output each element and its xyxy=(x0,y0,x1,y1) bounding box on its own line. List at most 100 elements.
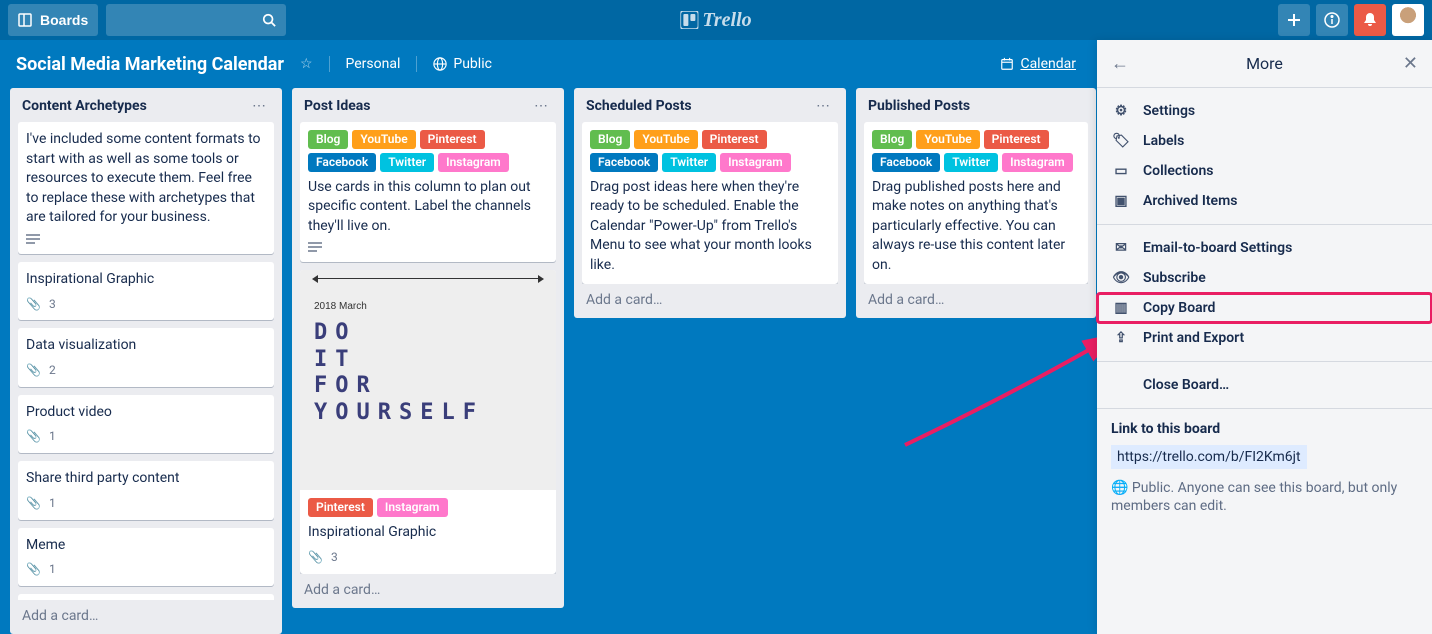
card-intro[interactable]: Blog YouTube Pinterest Facebook Twitter … xyxy=(582,122,838,284)
search-input[interactable] xyxy=(106,4,286,36)
list-menu-button[interactable]: ⋯ xyxy=(248,98,270,114)
panel-back-button[interactable]: ← xyxy=(1111,53,1129,74)
label-pinterest: Pinterest xyxy=(702,130,767,149)
card-inspirational[interactable]: 2018 March DO IT FOR YOURSELF Pinterest … xyxy=(300,270,556,573)
add-card-button[interactable]: Add a card… xyxy=(18,600,274,626)
list-title[interactable]: Scheduled Posts xyxy=(586,98,692,114)
panel-title: More xyxy=(1246,54,1283,73)
board-icon xyxy=(18,13,32,27)
label-facebook: Facebook xyxy=(872,153,940,172)
description-icon xyxy=(308,242,548,254)
attachment-icon: 📎 xyxy=(26,495,41,512)
label-instagram: Instagram xyxy=(720,153,791,172)
list-scheduled-posts: Scheduled Posts ⋯ Blog YouTube Pinterest … xyxy=(574,88,846,318)
tag-icon: 🏷 xyxy=(1111,133,1131,149)
card-cover: 2018 March DO IT FOR YOURSELF xyxy=(300,270,556,490)
label-twitter: Twitter xyxy=(380,153,434,172)
attachment-icon: 📎 xyxy=(308,549,323,566)
card-intro[interactable]: I've included some content formats to st… xyxy=(18,122,274,254)
board-link[interactable]: https://trello.com/b/FI2Km6jt xyxy=(1111,445,1307,469)
archive-icon: ▣ xyxy=(1111,193,1131,209)
notifications-button[interactable] xyxy=(1354,4,1386,36)
list-post-ideas: Post Ideas ⋯ Blog YouTube Pinterest Faceb… xyxy=(292,88,564,608)
menu-subscribe[interactable]: 👁Subscribe xyxy=(1097,263,1432,293)
label-instagram: Instagram xyxy=(377,498,448,517)
menu-settings[interactable]: ⚙Settings xyxy=(1097,96,1432,126)
attachment-icon: 📎 xyxy=(26,428,41,445)
board-title: Social Media Marketing Calendar xyxy=(16,54,284,75)
brand-text: Trello xyxy=(702,9,751,32)
link-note: 🌐 Public. Anyone can see this board, but… xyxy=(1111,479,1418,515)
share-icon: ⇪ xyxy=(1111,330,1131,346)
link-label: Link to this board xyxy=(1111,421,1418,437)
star-button[interactable]: ☆ xyxy=(300,56,313,72)
list-title[interactable]: Content Archetypes xyxy=(22,98,147,114)
collection-icon: ▭ xyxy=(1111,163,1131,179)
label-twitter: Twitter xyxy=(944,153,998,172)
list-menu-button[interactable]: ⋯ xyxy=(812,98,834,114)
attachment-icon: 📎 xyxy=(26,561,41,578)
list-menu-button[interactable]: ⋯ xyxy=(530,98,552,114)
create-button[interactable] xyxy=(1278,4,1310,36)
plus-icon xyxy=(1286,12,1302,28)
card[interactable]: Meme📎1 xyxy=(18,528,274,586)
card[interactable]: Share third party content📎1 xyxy=(18,461,274,519)
menu-email[interactable]: ✉Email-to-board Settings xyxy=(1097,233,1432,263)
card[interactable]: Inspirational Graphic📎3 xyxy=(18,262,274,320)
board-icon: ▥ xyxy=(1111,300,1131,316)
gear-icon: ⚙ xyxy=(1111,103,1131,119)
visibility-button[interactable]: Public xyxy=(433,56,492,72)
menu-archived[interactable]: ▣Archived Items xyxy=(1097,186,1432,216)
menu-labels[interactable]: 🏷Labels xyxy=(1097,126,1432,156)
menu-close-board[interactable]: Close Board… xyxy=(1097,370,1432,400)
attachment-icon: 📎 xyxy=(26,296,41,313)
mail-icon: ✉ xyxy=(1111,240,1131,256)
info-icon xyxy=(1324,12,1340,28)
label-facebook: Facebook xyxy=(590,153,658,172)
label-blog: Blog xyxy=(590,130,630,149)
boards-label: Boards xyxy=(40,12,88,28)
card[interactable]: Data visualization📎2 xyxy=(18,328,274,386)
user-avatar[interactable] xyxy=(1392,4,1424,36)
calendar-button[interactable]: Calendar xyxy=(1000,56,1076,72)
list-title[interactable]: Published Posts xyxy=(868,98,970,114)
boards-button[interactable]: Boards xyxy=(8,4,98,36)
panel-close-button[interactable]: ✕ xyxy=(1403,53,1418,74)
label-pinterest: Pinterest xyxy=(984,130,1049,149)
info-button[interactable] xyxy=(1316,4,1348,36)
label-facebook: Facebook xyxy=(308,153,376,172)
menu-collections[interactable]: ▭Collections xyxy=(1097,156,1432,186)
label-pinterest: Pinterest xyxy=(308,498,373,517)
label-instagram: Instagram xyxy=(1002,153,1073,172)
menu-print-export[interactable]: ⇪Print and Export xyxy=(1097,323,1432,353)
topbar: Boards Trello xyxy=(0,0,1432,40)
menu-copy-board[interactable]: ▥Copy Board xyxy=(1097,293,1432,323)
label-youtube: YouTube xyxy=(352,130,415,149)
globe-icon xyxy=(433,57,447,71)
logo[interactable]: Trello xyxy=(680,9,751,32)
label-youtube: YouTube xyxy=(634,130,697,149)
add-card-button[interactable]: Add a card… xyxy=(300,574,556,600)
list-content-archetypes: Content Archetypes ⋯ I've included some c… xyxy=(10,88,282,634)
label-instagram: Instagram xyxy=(438,153,509,172)
bell-icon xyxy=(1362,12,1378,28)
card[interactable]: Product video📎1 xyxy=(18,395,274,453)
attachment-icon: 📎 xyxy=(26,362,41,379)
more-panel: ← More ✕ ⚙Settings 🏷Labels ▭Collections … xyxy=(1097,40,1432,634)
label-pinterest: Pinterest xyxy=(420,130,485,149)
calendar-icon xyxy=(1000,57,1014,71)
label-blog: Blog xyxy=(872,130,912,149)
card-intro[interactable]: Blog YouTube Pinterest Facebook Twitter … xyxy=(864,122,1088,284)
list-title[interactable]: Post Ideas xyxy=(304,98,370,114)
search-icon xyxy=(262,13,276,27)
add-card-button[interactable]: Add a card… xyxy=(582,284,838,310)
add-card-button[interactable]: Add a card… xyxy=(864,284,1088,310)
team-button[interactable]: Personal xyxy=(346,56,401,72)
trello-logo-icon xyxy=(680,11,698,29)
card-intro[interactable]: Blog YouTube Pinterest Facebook Twitter … xyxy=(300,122,556,262)
eye-icon: 👁 xyxy=(1111,270,1131,286)
label-blog: Blog xyxy=(308,130,348,149)
label-youtube: YouTube xyxy=(916,130,979,149)
list-published-posts: Published Posts Blog YouTube Pinterest F… xyxy=(856,88,1096,318)
globe-icon: 🌐 xyxy=(1111,480,1128,496)
